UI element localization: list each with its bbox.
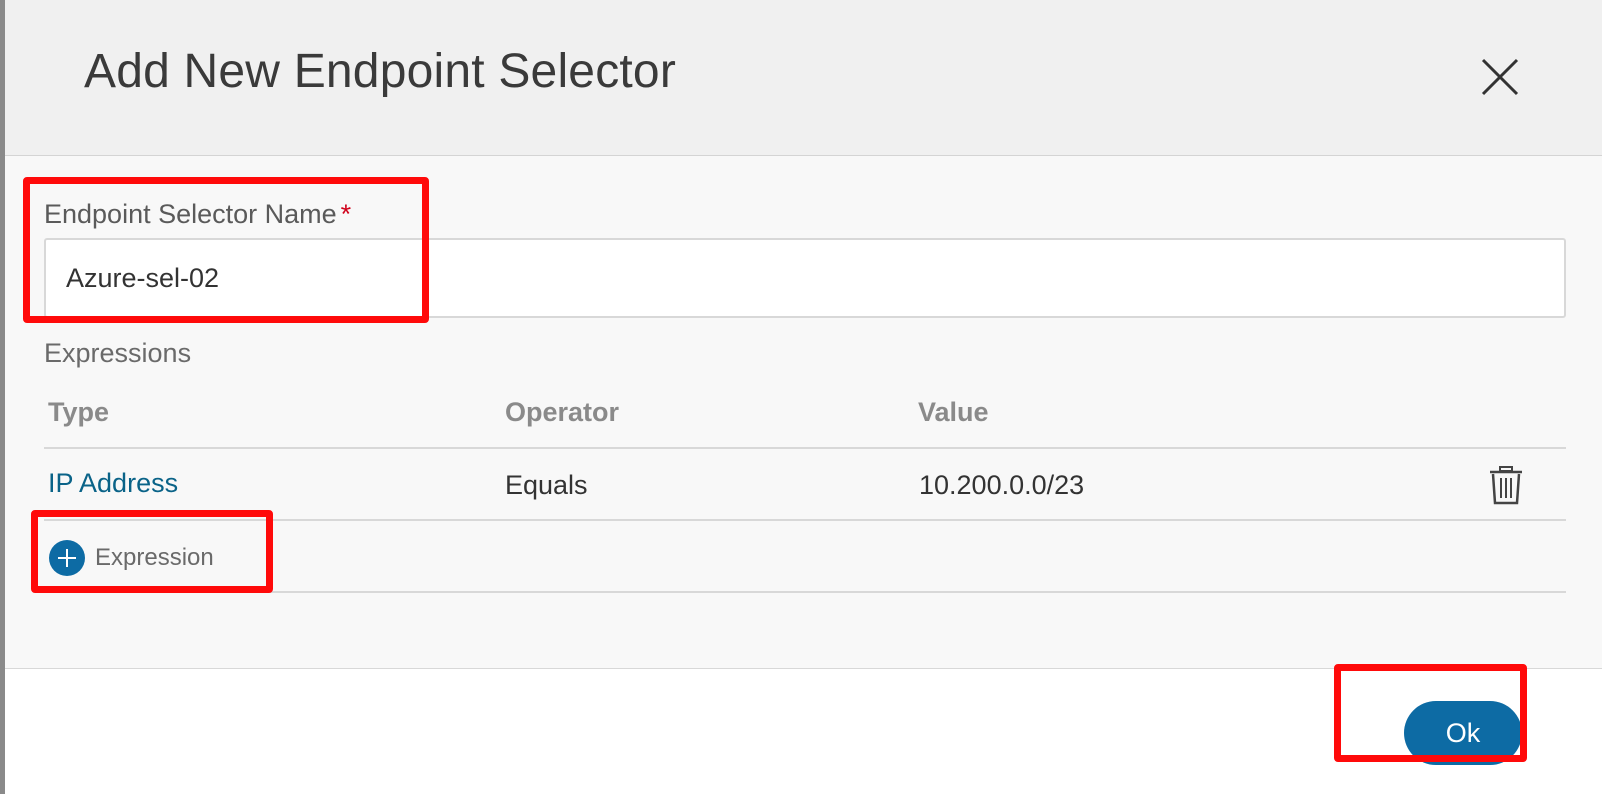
table-row: IP Address Equals 10.200.0.0/23 (44, 450, 1566, 521)
expression-operator: Equals (505, 470, 588, 500)
name-label-text: Endpoint Selector Name (44, 199, 337, 229)
close-icon (1481, 58, 1519, 96)
dialog-title: Add New Endpoint Selector (84, 45, 677, 98)
dialog-footer: Ok (5, 668, 1602, 794)
expression-value: 10.200.0.0/23 (919, 470, 1085, 500)
name-field-label: Endpoint Selector Name * (44, 199, 351, 230)
expression-type-link[interactable]: IP Address (48, 468, 178, 499)
trash-icon (1490, 466, 1522, 505)
endpoint-selector-dialog: Add New Endpoint Selector Endpoint Selec… (5, 0, 1602, 794)
add-expression-button[interactable]: Expression (49, 537, 214, 579)
column-header-value: Value (918, 397, 989, 427)
expressions-table-header: Type Operator Value (44, 387, 1566, 449)
delete-expression-button[interactable] (1486, 465, 1526, 505)
ok-button[interactable]: Ok (1404, 701, 1522, 765)
dialog-header: Add New Endpoint Selector (5, 0, 1602, 156)
column-header-type: Type (48, 397, 110, 427)
dialog-body: Endpoint Selector Name* Expressions Type… (5, 157, 1602, 668)
add-expression-label: Expression (95, 544, 214, 571)
plus-circle-icon (49, 540, 85, 576)
required-marker: * (340, 199, 352, 229)
endpoint-selector-name-input[interactable] (44, 238, 1566, 318)
close-button[interactable] (1475, 52, 1525, 102)
add-expression-row: Expression (44, 522, 1566, 593)
column-header-operator: Operator (505, 397, 620, 427)
expressions-label: Expressions (44, 338, 192, 368)
